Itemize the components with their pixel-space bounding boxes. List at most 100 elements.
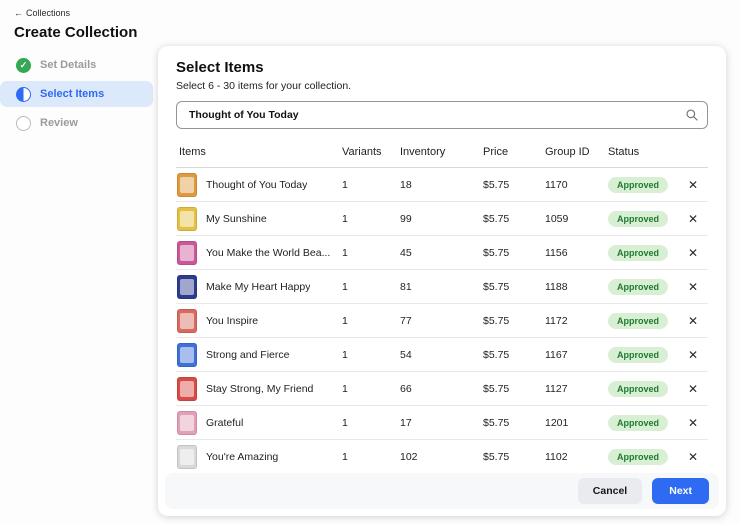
- panel-footer: Cancel Next: [165, 473, 719, 509]
- remove-item-button[interactable]: ✕: [686, 415, 700, 431]
- price-cell: $5.75: [483, 247, 545, 259]
- group-id-cell: 1127: [545, 383, 608, 395]
- variants-cell: 1: [342, 349, 400, 361]
- group-id-cell: 1170: [545, 179, 608, 191]
- inventory-cell: 18: [400, 179, 483, 191]
- status-cell: Approved: [608, 245, 684, 261]
- table-row: Strong and Fierce 1 54 $5.75 1167 Approv…: [176, 338, 708, 372]
- item-name: You're Amazing: [206, 451, 278, 463]
- remove-item-button[interactable]: ✕: [686, 245, 700, 261]
- status-cell: Approved: [608, 211, 684, 227]
- item-name: Strong and Fierce: [206, 349, 289, 361]
- stepper-item-select-items[interactable]: Select Items: [0, 81, 153, 107]
- remove-item-button[interactable]: ✕: [686, 211, 700, 227]
- next-button[interactable]: Next: [652, 478, 709, 505]
- page-header: ← Collections Create Collection: [14, 3, 137, 41]
- step-complete-icon: ✓: [16, 58, 31, 73]
- item-thumbnail: [177, 275, 197, 299]
- item-name: Grateful: [206, 417, 243, 429]
- group-id-cell: 1102: [545, 451, 608, 463]
- status-badge: Approved: [608, 313, 668, 329]
- item-name: Stay Strong, My Friend: [206, 383, 313, 395]
- status-badge: Approved: [608, 279, 668, 295]
- variants-cell: 1: [342, 213, 400, 225]
- group-id-cell: 1059: [545, 213, 608, 225]
- table-row: You Make the World Bea... 1 45 $5.75 115…: [176, 236, 708, 270]
- header-price: Price: [483, 146, 545, 158]
- table-row: Thought of You Today 1 18 $5.75 1170 App…: [176, 168, 708, 202]
- remove-item-button[interactable]: ✕: [686, 347, 700, 363]
- item-thumbnail: [177, 309, 197, 333]
- item-cell: You Inspire: [176, 309, 342, 333]
- variants-cell: 1: [342, 247, 400, 259]
- remove-item-button[interactable]: ✕: [686, 449, 700, 465]
- table-row: My Sunshine 1 99 $5.75 1059 Approved ✕: [176, 202, 708, 236]
- price-cell: $5.75: [483, 281, 545, 293]
- inventory-cell: 54: [400, 349, 483, 361]
- item-thumbnail: [177, 343, 197, 367]
- table-row: You're Amazing 1 102 $5.75 1102 Approved…: [176, 440, 708, 474]
- item-name: Make My Heart Happy: [206, 281, 310, 293]
- item-cell: Grateful: [176, 411, 342, 435]
- group-id-cell: 1156: [545, 247, 608, 259]
- step-current-icon: [16, 87, 31, 102]
- item-cell: My Sunshine: [176, 207, 342, 231]
- group-id-cell: 1188: [545, 281, 608, 293]
- item-name: Thought of You Today: [206, 179, 307, 191]
- group-id-cell: 1167: [545, 349, 608, 361]
- cancel-button[interactable]: Cancel: [578, 478, 642, 505]
- search-input[interactable]: [176, 101, 708, 129]
- header-group-id: Group ID: [545, 146, 608, 158]
- item-cell: You Make the World Bea...: [176, 241, 342, 265]
- remove-item-button[interactable]: ✕: [686, 313, 700, 329]
- remove-item-button[interactable]: ✕: [686, 381, 700, 397]
- inventory-cell: 81: [400, 281, 483, 293]
- item-thumbnail: [177, 173, 197, 197]
- step-label: Set Details: [40, 59, 96, 71]
- status-badge: Approved: [608, 415, 668, 431]
- inventory-cell: 17: [400, 417, 483, 429]
- price-cell: $5.75: [483, 417, 545, 429]
- item-cell: Make My Heart Happy: [176, 275, 342, 299]
- item-thumbnail: [177, 411, 197, 435]
- step-label: Review: [40, 117, 78, 129]
- panel-title: Select Items: [176, 59, 708, 76]
- search-bar: [176, 101, 708, 129]
- remove-item-button[interactable]: ✕: [686, 279, 700, 295]
- inventory-cell: 66: [400, 383, 483, 395]
- group-id-cell: 1201: [545, 417, 608, 429]
- price-cell: $5.75: [483, 315, 545, 327]
- breadcrumb-label: Collections: [26, 8, 70, 18]
- variants-cell: 1: [342, 417, 400, 429]
- price-cell: $5.75: [483, 179, 545, 191]
- status-cell: Approved: [608, 313, 684, 329]
- item-name: My Sunshine: [206, 213, 267, 225]
- breadcrumb[interactable]: ← Collections: [14, 8, 70, 18]
- table-row: Make My Heart Happy 1 81 $5.75 1188 Appr…: [176, 270, 708, 304]
- stepper: ✓ Set Details Select Items Review: [0, 52, 153, 139]
- item-thumbnail: [177, 445, 197, 469]
- status-badge: Approved: [608, 245, 668, 261]
- item-cell: Strong and Fierce: [176, 343, 342, 367]
- status-cell: Approved: [608, 279, 684, 295]
- item-name: You Inspire: [206, 315, 258, 327]
- price-cell: $5.75: [483, 383, 545, 395]
- status-badge: Approved: [608, 449, 668, 465]
- variants-cell: 1: [342, 451, 400, 463]
- status-cell: Approved: [608, 381, 684, 397]
- inventory-cell: 99: [400, 213, 483, 225]
- header-variants: Variants: [342, 146, 400, 158]
- status-badge: Approved: [608, 347, 668, 363]
- step-upcoming-icon: [16, 116, 31, 131]
- remove-item-button[interactable]: ✕: [686, 177, 700, 193]
- status-cell: Approved: [608, 347, 684, 363]
- item-cell: You're Amazing: [176, 445, 342, 469]
- table-row: Grateful 1 17 $5.75 1201 Approved ✕: [176, 406, 708, 440]
- stepper-item-set-details[interactable]: ✓ Set Details: [0, 52, 153, 78]
- item-thumbnail: [177, 377, 197, 401]
- price-cell: $5.75: [483, 451, 545, 463]
- panel-subtitle: Select 6 - 30 items for your collection.: [176, 80, 708, 92]
- stepper-item-review[interactable]: Review: [0, 110, 153, 136]
- inventory-cell: 77: [400, 315, 483, 327]
- inventory-cell: 45: [400, 247, 483, 259]
